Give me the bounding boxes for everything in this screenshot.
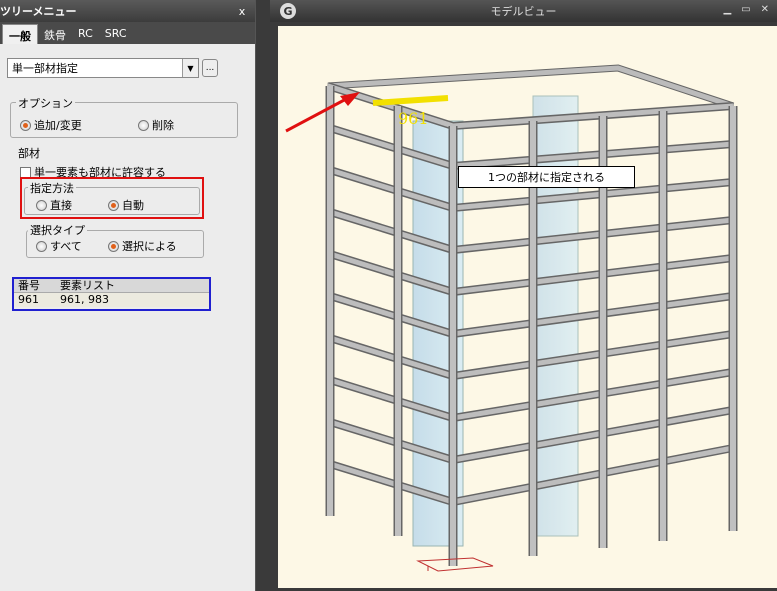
model-view-title: モデルビュー — [490, 5, 557, 18]
chevron-down-icon[interactable]: ▼ — [182, 59, 198, 77]
member-group-label: 部材 — [16, 145, 42, 161]
red-arrow — [285, 96, 349, 133]
select-by-radio[interactable]: 選択による — [108, 238, 177, 254]
radio-dot — [108, 240, 119, 252]
tree-menu-title: ツリーメニュー — [0, 5, 77, 18]
tab-steel[interactable]: 鉄骨 — [38, 24, 72, 44]
select-all-label: すべて — [50, 240, 82, 253]
method-direct-radio[interactable]: 直接 — [36, 197, 72, 213]
app-logo-icon: G — [280, 3, 296, 19]
close-icon[interactable]: ✕ — [761, 4, 769, 15]
radio-dot — [20, 119, 31, 131]
checkbox-box — [20, 166, 31, 178]
maximize-icon[interactable]: ▭ — [741, 4, 750, 15]
select-all-radio[interactable]: すべて — [36, 238, 82, 254]
option-add-radio[interactable]: 追加/変更 — [20, 117, 82, 133]
model-view-panel: G モデルビュー ▁ ▭ ✕ 961 1つの部材に指定される — [270, 0, 777, 591]
method-group-label: 指定方法 — [28, 180, 76, 196]
member-mode-value: 単一部材指定 — [12, 62, 78, 75]
method-auto-radio[interactable]: 自動 — [108, 197, 144, 213]
tree-content: 単一部材指定 ▼ ... オプション 追加/変更 削除 部材 単一要素も部材に許… — [0, 44, 255, 591]
tree-menu-titlebar: ツリーメニュー x — [0, 0, 255, 22]
tab-rc[interactable]: RC — [72, 24, 99, 44]
method-auto-label: 自動 — [122, 199, 144, 212]
callout-box: 1つの部材に指定される — [458, 166, 635, 188]
window-controls: ▁ ▭ ✕ — [723, 4, 769, 15]
option-delete-label: 削除 — [152, 119, 174, 132]
tree-menu-panel: ツリーメニュー x 一般 鉄骨 RC SRC 単一部材指定 ▼ ... オプショ… — [0, 0, 256, 591]
radio-dot — [138, 119, 149, 131]
tab-src[interactable]: SRC — [99, 24, 133, 44]
model-viewport[interactable]: 961 1つの部材に指定される — [278, 26, 777, 588]
select-type-label: 選択タイプ — [28, 222, 87, 238]
beam-label-961: 961 — [398, 109, 429, 128]
member-mode-select[interactable]: 単一部材指定 ▼ — [7, 58, 199, 78]
building-frame-model: 961 — [285, 64, 738, 572]
radio-dot — [108, 199, 119, 211]
model-view-titlebar: G モデルビュー ▁ ▭ ✕ — [270, 0, 777, 22]
ellipsis-button[interactable]: ... — [202, 59, 218, 77]
radio-dot — [36, 240, 47, 252]
close-icon[interactable]: x — [235, 5, 249, 18]
tab-general[interactable]: 一般 — [2, 24, 38, 44]
radio-dot — [36, 199, 47, 211]
highlight-blue-box — [12, 277, 211, 311]
option-add-label: 追加/変更 — [34, 119, 82, 132]
option-group-label: オプション — [16, 95, 75, 111]
option-delete-radio[interactable]: 削除 — [138, 117, 174, 133]
method-direct-label: 直接 — [50, 199, 72, 212]
tab-bar: 一般 鉄骨 RC SRC — [0, 22, 255, 44]
minimize-icon[interactable]: ▁ — [723, 4, 731, 15]
selected-beam — [372, 95, 449, 106]
select-by-label: 選択による — [122, 240, 177, 253]
